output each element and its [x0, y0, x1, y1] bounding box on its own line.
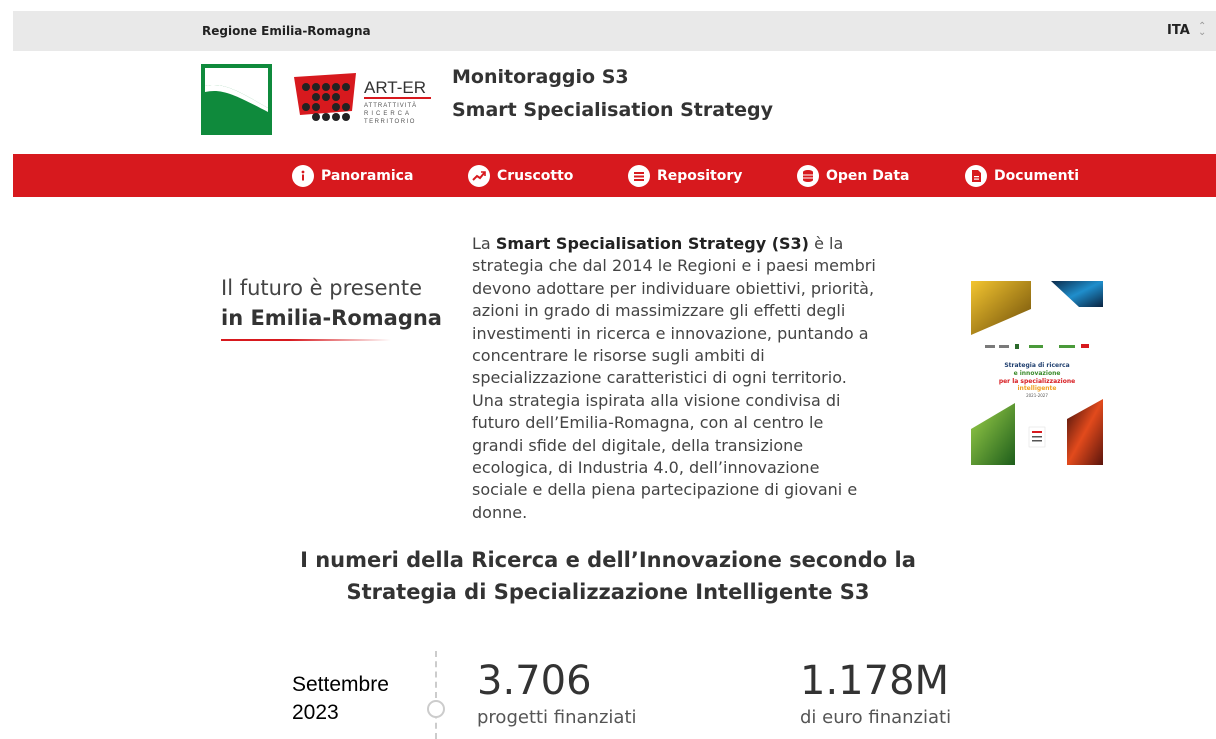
- list-icon: [628, 164, 650, 187]
- language-caret-icon[interactable]: ⌃ ⌄: [1198, 22, 1206, 38]
- tagline-underline: [221, 339, 391, 341]
- svg-text:2021-2027: 2021-2027: [1026, 393, 1048, 398]
- hero-tagline: Il futuro è presente: [221, 276, 422, 300]
- numbers-section-title: I numeri della Ricerca e dell’Innovazion…: [300, 548, 916, 572]
- nav-item-open-data[interactable]: Open Data: [797, 154, 909, 197]
- svg-text:ATTRATTIVITÀ: ATTRATTIVITÀ: [364, 102, 417, 109]
- top-bar: Regione Emilia-Romagna ITA ⌃ ⌄: [13, 11, 1216, 51]
- nav-item-cruscotto[interactable]: Cruscotto: [468, 154, 573, 197]
- trend-icon: [468, 164, 490, 187]
- nav-label: Repository: [657, 167, 743, 184]
- nav-item-panoramica[interactable]: Panoramica: [292, 154, 413, 197]
- site-subtitle: Smart Specialisation Strategy: [452, 99, 773, 121]
- emilia-romagna-logo[interactable]: [201, 64, 272, 135]
- numbers-section-subtitle: Strategia di Specializzazione Intelligen…: [346, 580, 870, 604]
- s3-bold-term: Smart Specialisation Strategy (S3): [495, 234, 809, 253]
- svg-text:per la specializzazione: per la specializzazione: [999, 378, 1075, 385]
- nav-item-repository[interactable]: Repository: [628, 154, 742, 197]
- document-icon: [965, 164, 987, 187]
- kpi-projects-value: 3.706: [477, 658, 592, 704]
- nav-item-documenti[interactable]: Documenti: [965, 154, 1079, 197]
- strategy-document-cover[interactable]: Strategia di ricerca e innovazione per l…: [969, 279, 1105, 465]
- main-nav: Panoramica Cruscotto Repository Open Dat…: [13, 154, 1216, 197]
- nav-label: Cruscotto: [497, 167, 574, 184]
- svg-text:e innovazione: e innovazione: [1014, 370, 1061, 377]
- nav-label: Open Data: [826, 167, 910, 184]
- timeline-line: [435, 651, 437, 739]
- s3-description: La Smart Specialisation Strategy (S3) è …: [472, 234, 876, 522]
- timeline-marker[interactable]: [427, 700, 445, 718]
- arter-logo[interactable]: ART-ER ATTRATTIVITÀ RICERCA TERRITORIO: [292, 71, 432, 129]
- hero-tagline-bold: in Emilia-Romagna: [221, 306, 442, 330]
- nav-label: Panoramica: [321, 167, 414, 184]
- reference-date: Settembre 2023: [292, 673, 389, 724]
- svg-text:intelligente: intelligente: [1017, 385, 1056, 392]
- kpi-projects-label: progetti finanziati: [477, 707, 637, 728]
- kpi-funding-value: 1.178M: [800, 658, 950, 704]
- arter-name: ART-ER: [364, 78, 426, 97]
- svg-text:RICERCA: RICERCA: [364, 111, 412, 117]
- region-name: Regione Emilia-Romagna: [202, 24, 371, 38]
- nav-label: Documenti: [994, 167, 1080, 184]
- site-title: Monitoraggio S3: [452, 66, 629, 88]
- database-icon: [797, 164, 819, 187]
- svg-text:Strategia di ricerca: Strategia di ricerca: [1004, 362, 1069, 369]
- info-icon: [292, 164, 314, 187]
- svg-text:TERRITORIO: TERRITORIO: [364, 119, 416, 125]
- kpi-funding-label: di euro finanziati: [800, 707, 952, 728]
- language-selector[interactable]: ITA: [1167, 23, 1190, 38]
